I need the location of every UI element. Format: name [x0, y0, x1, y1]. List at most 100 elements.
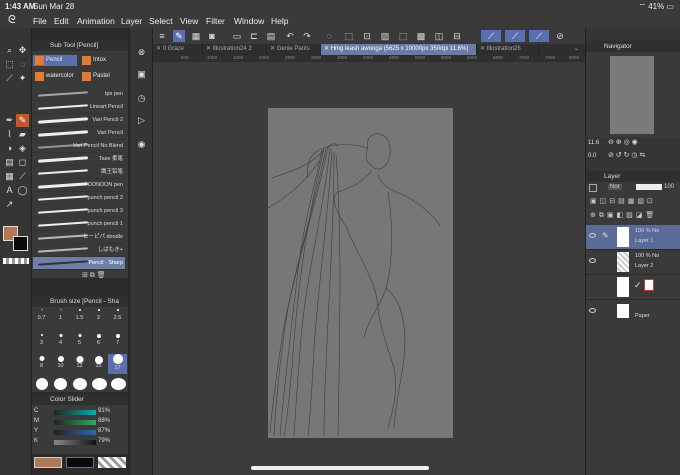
menu-edit[interactable]: Edit — [54, 16, 69, 26]
tabs-dropdown-icon[interactable]: ⌄ — [571, 44, 585, 55]
c-slider[interactable] — [54, 410, 96, 415]
transparent-color-chip[interactable] — [98, 457, 126, 468]
gradient-icon[interactable]: ▤ — [3, 156, 16, 169]
save-icon[interactable]: ▤ — [265, 30, 277, 42]
subtool-tab-watercolor[interactable]: watercolor — [33, 71, 77, 82]
tab-document[interactable]: ✕ Illustration24 2 — [203, 44, 267, 55]
close-icon[interactable]: ✕ — [324, 46, 331, 52]
k-slider[interactable] — [54, 440, 96, 445]
menu-file[interactable]: File — [33, 16, 47, 26]
main-color-chip[interactable] — [34, 457, 62, 468]
brush-item[interactable]: punch pencil 2 — [33, 192, 125, 205]
brush-item[interactable]: DONDON pen — [33, 179, 125, 192]
brush-size-option[interactable]: 10 — [51, 356, 70, 372]
close-icon[interactable]: ✕ — [270, 46, 277, 52]
brush-size-option[interactable]: 1.5 — [70, 309, 89, 325]
brush-item[interactable]: Taxe 柔笔 — [33, 153, 125, 166]
brush-size-large-dot[interactable] — [54, 378, 67, 390]
menu-filter[interactable]: Filter — [206, 16, 225, 26]
menu-select[interactable]: Select — [149, 16, 173, 26]
subtool-tab-pastel[interactable]: Pastel — [80, 71, 124, 82]
snap-special-ruler-icon[interactable]: ⟋ — [505, 30, 525, 42]
brush-item[interactable]: 鹰王铅笔 — [33, 166, 125, 179]
undo-icon[interactable]: ↶ — [284, 30, 296, 42]
cmyk-m-row[interactable]: M 88% — [34, 418, 126, 427]
opacity-slider[interactable] — [636, 184, 662, 190]
select-icon[interactable]: ⬚ — [3, 58, 16, 71]
zoom-controls[interactable]: ⊖ ⊕ ◎ ◉ — [608, 138, 638, 146]
cmyk-y-row[interactable]: Y 87% — [34, 428, 126, 437]
menu-help[interactable]: Help — [271, 16, 288, 26]
brush-item[interactable]: Lineart Pencil — [33, 101, 125, 114]
frame-icon[interactable]: ▦ — [3, 170, 16, 183]
material-icon[interactable]: ⊗ — [135, 46, 148, 59]
eraser-icon[interactable]: ▰ — [16, 128, 29, 141]
brush-item[interactable]: Vari Pencil No Blend — [33, 140, 125, 153]
brush-size-large-dot[interactable] — [92, 378, 107, 390]
brush-tool-icon[interactable]: ⌇ — [3, 128, 16, 141]
redo-icon[interactable]: ↷ — [301, 30, 313, 42]
cut-icon[interactable]: ⬚ — [343, 30, 355, 42]
tab-document[interactable]: ✕ Genie Pants — [267, 44, 321, 55]
m-slider[interactable] — [54, 420, 96, 425]
menu-animation[interactable]: Animation — [77, 16, 115, 26]
invert-selection-icon[interactable]: ▩ — [415, 30, 427, 42]
new-file-icon[interactable]: ▭ — [231, 30, 243, 42]
lasso-icon[interactable]: ◌ — [16, 58, 29, 71]
eyedropper-icon[interactable]: ⟋ — [3, 72, 16, 85]
close-icon[interactable]: ✕ — [206, 46, 213, 52]
layer-action-icons[interactable]: ⊕⧉▣◧▨◪🗑 — [590, 211, 657, 220]
brush-item-selected[interactable]: Pencil - Sharp — [33, 257, 125, 270]
correct-line-icon[interactable]: ↗ — [3, 198, 16, 211]
selection-border-icon[interactable]: ⊟ — [451, 30, 463, 42]
layer-row[interactable]: ✓ — [586, 275, 680, 300]
tab-document[interactable]: ✕ Illustration26 — [477, 44, 539, 55]
brush-item[interactable]: Vari Pencil 2 — [33, 114, 125, 127]
transform-icon[interactable]: ⊡ — [361, 30, 373, 42]
menu-view[interactable]: View — [180, 16, 198, 26]
brush-size-option[interactable]: 2.5 — [108, 309, 127, 325]
zoom-icon[interactable]: ⌕ — [3, 44, 16, 57]
draw-mode-icon[interactable]: ✎ — [173, 30, 185, 42]
layer-row-selected[interactable]: ✎ 100 % No Layer 1 — [586, 225, 680, 250]
close-icon[interactable]: ✕ — [480, 46, 487, 52]
open-file-icon[interactable]: ⊏ — [248, 30, 260, 42]
brush-item[interactable]: Vari Pencil — [33, 127, 125, 140]
tab-document[interactable]: ✕ 0 Graze — [153, 44, 203, 55]
deselect-icon[interactable]: ⬚ — [397, 30, 409, 42]
subtool-tab-pencil[interactable]: Pencil — [33, 55, 77, 66]
tab-document-active[interactable]: ✕ Hmg leash awooga (5625 x 10000px 350dp… — [321, 44, 477, 55]
layer-property-icon[interactable]: ▣ — [135, 68, 148, 81]
blend-tool-icon[interactable]: ◑ — [3, 142, 16, 155]
figure-tool-icon[interactable]: ◻ — [16, 156, 29, 169]
brush-size-option[interactable]: 12 — [70, 356, 89, 372]
cmyk-k-row[interactable]: K 79% — [34, 438, 126, 447]
brush-size-large-dot[interactable] — [111, 378, 126, 390]
snap-grid-icon[interactable]: ⟋ — [529, 30, 549, 42]
transparent-swatch[interactable] — [3, 258, 29, 264]
blend-mode-select[interactable]: Nor — [608, 184, 622, 190]
layer-row[interactable]: 100 % No Layer 2 — [586, 250, 680, 275]
brush-size-option[interactable]: 4 — [51, 334, 70, 350]
y-slider[interactable] — [54, 430, 96, 435]
zoom-value[interactable]: 11.6 — [588, 140, 599, 146]
subtool-footer-icons[interactable]: ⊞ ⧉ 🗑 — [82, 271, 106, 280]
opacity-value[interactable]: 100 — [664, 184, 674, 190]
subtool-tab-intox[interactable]: Intox — [80, 55, 124, 66]
eye-icon[interactable] — [589, 258, 596, 263]
move-icon[interactable]: ✥ — [16, 44, 29, 57]
magic-wand-icon[interactable]: ✦ — [16, 72, 29, 85]
fill-selection-icon[interactable]: ▨ — [379, 30, 391, 42]
quick-access-icon[interactable]: ⊘ — [553, 30, 567, 42]
layer-row-paper[interactable]: Paper — [586, 300, 680, 325]
selection-icon[interactable]: ◫ — [433, 30, 445, 42]
camera-icon[interactable]: ◙ — [206, 30, 218, 42]
auto-action-icon[interactable]: ▷ — [135, 114, 148, 127]
brush-item[interactable]: ヒーピパ doodle — [33, 231, 125, 244]
brush-item[interactable]: punch pencil 1 — [33, 218, 125, 231]
brush-size-option[interactable]: 1 — [51, 309, 70, 325]
rotation-controls[interactable]: ⊘ ↺ ↻ ◷ ⇆ — [608, 151, 645, 159]
search-layer-icon[interactable]: ◉ — [135, 138, 148, 151]
brush-size-option-selected[interactable]: 17 — [108, 354, 127, 374]
cmyk-c-row[interactable]: C 91% — [34, 408, 126, 417]
